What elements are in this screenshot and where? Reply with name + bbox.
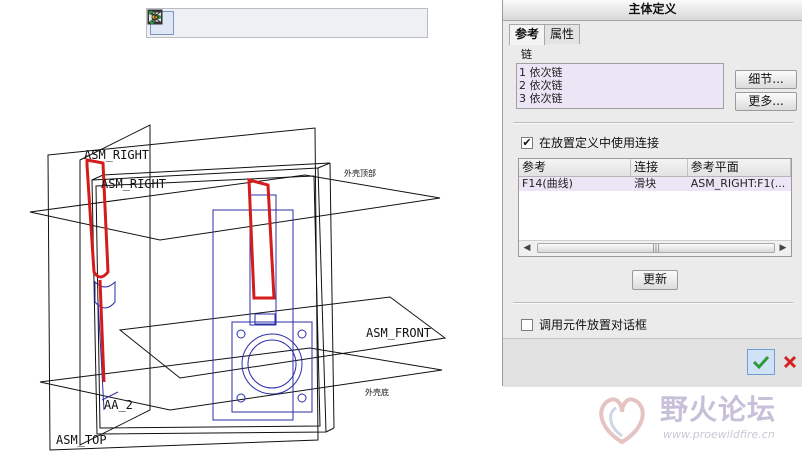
close-icon — [783, 355, 797, 369]
view-manager-icon[interactable] — [148, 11, 339, 35]
model-geometry: ASM_RIGHT ASM_RIGHT ASM_FRONT ASM_TOP AA… — [29, 124, 447, 451]
label-asm-right-2: ASM_RIGHT — [101, 177, 166, 191]
component-placement-label: 调用元件放置对话框 — [539, 318, 648, 332]
datum-display-icon[interactable] — [148, 10, 367, 35]
dialog-footer — [503, 338, 802, 387]
column-header-ref-plane[interactable]: 参考平面 — [688, 159, 791, 176]
cancel-button[interactable] — [779, 349, 801, 375]
component-placement-checkbox[interactable] — [521, 318, 533, 331]
divider — [513, 122, 793, 124]
column-header-connection[interactable]: 连接 — [631, 159, 688, 176]
label-asm-front: ASM_FRONT — [366, 326, 431, 340]
table-header: 参考 连接 参考平面 — [519, 159, 791, 177]
ok-button[interactable] — [747, 349, 775, 375]
use-connection-label: 在放置定义中使用连接 — [539, 136, 660, 150]
list-item[interactable]: 1 依次链 — [519, 66, 723, 79]
horizontal-scrollbar[interactable]: ◀ ||| ▶ — [519, 240, 791, 256]
body-definition-dialog: 主体定义 参考 属性 链 1 依次链 2 依次链 3 依次链 细节... 更多.… — [502, 0, 802, 387]
tab-properties[interactable]: 属性 — [544, 24, 581, 44]
table-row[interactable]: F14(曲线) 滑块 ASM_RIGHT:F1(... — [519, 177, 791, 191]
display-style-icon[interactable] — [147, 10, 284, 35]
label-asm-right: ASM_RIGHT — [84, 148, 149, 162]
chain-list[interactable]: 1 依次链 2 依次链 3 依次链 — [516, 63, 724, 109]
annotation-icon[interactable] — [149, 11, 422, 35]
saved-views-icon[interactable]: AB — [148, 11, 312, 35]
scroll-left-icon[interactable]: ◀ — [520, 241, 534, 256]
view-toolbar: AB * — [146, 8, 428, 38]
list-item[interactable]: 3 依次链 — [519, 92, 723, 105]
chain-label: 链 — [521, 48, 532, 61]
use-connection-checkbox[interactable]: ✔ — [521, 136, 533, 149]
dialog-title: 主体定义 — [503, 0, 802, 21]
spin-center-icon[interactable]: * — [150, 11, 394, 35]
label-shell-bottom: 外壳底 — [365, 387, 389, 397]
graphics-window[interactable]: ASM_RIGHT ASM_RIGHT ASM_FRONT ASM_TOP AA… — [0, 0, 502, 453]
tab-references[interactable]: 参考 — [509, 24, 546, 45]
repaint-icon[interactable] — [148, 10, 257, 35]
checkmark-icon — [752, 355, 770, 370]
watermark-url: www.proewildfire.cn — [663, 428, 775, 441]
watermark-name: 野火论坛 — [660, 393, 777, 426]
component-placement-row[interactable]: 调用元件放置对话框 — [521, 316, 647, 333]
zoom-in-icon[interactable] — [148, 10, 202, 35]
scroll-right-icon[interactable]: ▶ — [776, 241, 790, 256]
cell-reference: F14(曲线) — [522, 177, 573, 190]
list-item[interactable]: 2 依次链 — [519, 79, 723, 92]
update-button[interactable]: 更新 — [632, 270, 678, 290]
label-axis-aa: AA_2 — [104, 398, 133, 412]
more-button[interactable]: 更多... — [735, 92, 797, 111]
label-asm-top: ASM_TOP — [56, 433, 107, 447]
divider — [513, 302, 793, 304]
dialog-tabs: 参考 属性 — [509, 24, 581, 45]
connection-table[interactable]: 参考 连接 参考平面 F14(曲线) 滑块 ASM_RIGHT:F1(... ◀… — [518, 158, 792, 257]
scroll-thumb[interactable]: ||| — [537, 243, 775, 253]
label-shell-top: 外壳顶部 — [344, 168, 376, 178]
use-connection-row[interactable]: ✔ 在放置定义中使用连接 — [521, 134, 659, 151]
forum-logo-icon — [599, 397, 645, 445]
cell-ref-plane: ASM_RIGHT:F1(... — [690, 177, 786, 190]
details-button[interactable]: 细节... — [735, 70, 797, 89]
zoom-out-icon[interactable] — [148, 10, 229, 35]
cell-connection: 滑块 — [634, 177, 657, 190]
column-header-reference[interactable]: 参考 — [519, 159, 632, 176]
